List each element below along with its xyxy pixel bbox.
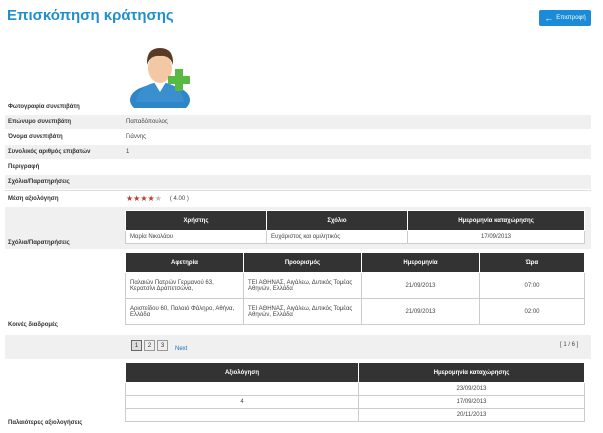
surname-value: Παπαδόπουλος xyxy=(126,119,168,125)
arrow-left-icon: ← xyxy=(544,12,554,23)
star-icon: ★ xyxy=(147,194,155,203)
star-icon: ★ xyxy=(133,194,141,203)
avg-rating-row: Μέση αξιολόγηση ★ ★ ★ ★ ★ ( 4.00 ) xyxy=(5,192,591,206)
total-passengers-row: Συνολικός αριθμός επιβατών 1 xyxy=(5,145,591,159)
table-row: 23/09/2013 xyxy=(125,382,585,396)
avg-rating-cell: ★ ★ ★ ★ ★ ( 4.00 ) xyxy=(123,195,189,203)
divider xyxy=(5,190,591,191)
passenger-avatar xyxy=(130,48,190,108)
table-cell: 4 xyxy=(125,395,359,409)
table-cell: 02:00 xyxy=(479,298,585,325)
star-icon: ★ xyxy=(126,194,134,203)
pager-band xyxy=(5,335,591,359)
table-cell: 07:00 xyxy=(479,272,585,299)
surname-label: Επώνυμο συνεπιβάτη xyxy=(8,119,72,125)
back-button-label: Επιστροφή xyxy=(556,15,586,21)
table-cell: ΤΕΙ ΑΘΗΝΑΣ, Αιγάλεω, Δυτικός Τομέας Αθην… xyxy=(243,272,362,299)
table-row: Μαρία Νικολάου Ευχάριστος και ομιλητικός… xyxy=(125,230,585,244)
table-cell: 17/09/2013 xyxy=(407,230,585,244)
page-count: [ 1 / 6 ] xyxy=(560,342,579,348)
page-button-2[interactable]: 2 xyxy=(144,340,155,351)
table-cell xyxy=(125,408,359,422)
photo-row: Φωτογραφία συνεπιβάτη xyxy=(5,100,591,114)
table-cell: 21/09/2013 xyxy=(361,298,480,325)
back-button[interactable]: ← Επιστροφή xyxy=(539,10,591,26)
table-cell: Αριστείδου 60, Παλαιό Φάληρο, Αθήνα, Ελλ… xyxy=(125,298,244,325)
table-row: 20/11/2013 xyxy=(125,408,585,422)
total-passengers-value: 1 xyxy=(126,149,130,155)
table-row: Παλαιών Πατρών Γερμανού 63, Κερατσίνι Δρ… xyxy=(125,272,585,299)
avg-rating-value: ( 4.00 ) xyxy=(169,196,189,202)
table-cell: ΤΕΙ ΑΘΗΝΑΣ, Αιγάλεω, Δυτικός Τομέας Αθην… xyxy=(243,298,362,325)
table-cell: Παλαιών Πατρών Γερμανού 63, Κερατσίνι Δρ… xyxy=(125,272,244,299)
comments-row: Σχόλια/Παρατηρήσεις xyxy=(5,175,591,189)
avg-rating-label: Μέση αξιολόγηση xyxy=(8,196,59,202)
table-row: 4 17/09/2013 xyxy=(125,395,585,409)
page-button-3[interactable]: 3 xyxy=(157,340,168,351)
column-header: Αξιολόγηση xyxy=(125,362,359,383)
column-header: Ημερομηνία xyxy=(361,252,480,273)
ratings-table: Αξιολόγηση Ημερομηνία καταχώρησης 23/09/… xyxy=(125,362,585,422)
comments-table: Χρήστης Σχόλιο Ημερομηνία καταχώρησης Μα… xyxy=(125,210,585,244)
column-header: Ημερομηνία καταχώρησης xyxy=(407,210,585,231)
routes-label: Κοινές διαδρομές xyxy=(8,322,58,328)
total-passengers-label: Συνολικός αριθμός επιβατών xyxy=(8,149,91,155)
comments-section-label: Σχόλια/Παρατηρήσεις xyxy=(8,240,70,246)
description-label: Περιγραφή xyxy=(8,164,40,170)
column-header: Ώρα xyxy=(479,252,585,273)
table-cell: Μαρία Νικολάου xyxy=(125,230,267,244)
column-header: Χρήστης xyxy=(125,210,267,231)
next-page-link[interactable]: Next xyxy=(175,346,187,352)
page-title: Επισκόπηση κράτησης xyxy=(7,7,174,24)
table-row: Αριστείδου 60, Παλαιό Φάληρο, Αθήνα, Ελλ… xyxy=(125,298,585,325)
star-icon: ★ xyxy=(140,194,148,203)
name-row: Όνομα συνεπιβάτη Γιάννης xyxy=(5,130,591,144)
table-cell: 17/09/2013 xyxy=(358,395,585,409)
table-cell xyxy=(125,382,359,396)
table-cell: Ευχάριστος και ομιλητικός xyxy=(266,230,408,244)
star-empty-icon: ★ xyxy=(154,194,162,203)
name-value: Γιάννης xyxy=(126,134,147,140)
column-header: Σχόλιο xyxy=(266,210,408,231)
older-ratings-label: Παλαιότερες αξιολογήσεις xyxy=(8,420,83,426)
photo-label: Φωτογραφία συνεπιβάτη xyxy=(8,104,80,110)
page-button-1[interactable]: 1 xyxy=(131,340,142,351)
routes-table: Αφετηρία Προορισμός Ημερομηνία Ώρα Παλαι… xyxy=(125,252,585,325)
rating-stars: ★ ★ ★ ★ ★ xyxy=(126,195,162,203)
table-cell: 21/09/2013 xyxy=(361,272,480,299)
column-header: Προορισμός xyxy=(243,252,362,273)
table-cell: 20/11/2013 xyxy=(358,408,585,422)
description-row: Περιγραφή xyxy=(5,160,591,174)
comments-label: Σχόλια/Παρατηρήσεις xyxy=(8,179,70,185)
column-header: Αφετηρία xyxy=(125,252,244,273)
table-cell: 23/09/2013 xyxy=(358,382,585,396)
name-label: Όνομα συνεπιβάτη xyxy=(8,134,63,140)
column-header: Ημερομηνία καταχώρησης xyxy=(358,362,585,383)
surname-row: Επώνυμο συνεπιβάτη Παπαδόπουλος xyxy=(5,115,591,129)
pagination: 1 2 3 xyxy=(131,340,168,351)
